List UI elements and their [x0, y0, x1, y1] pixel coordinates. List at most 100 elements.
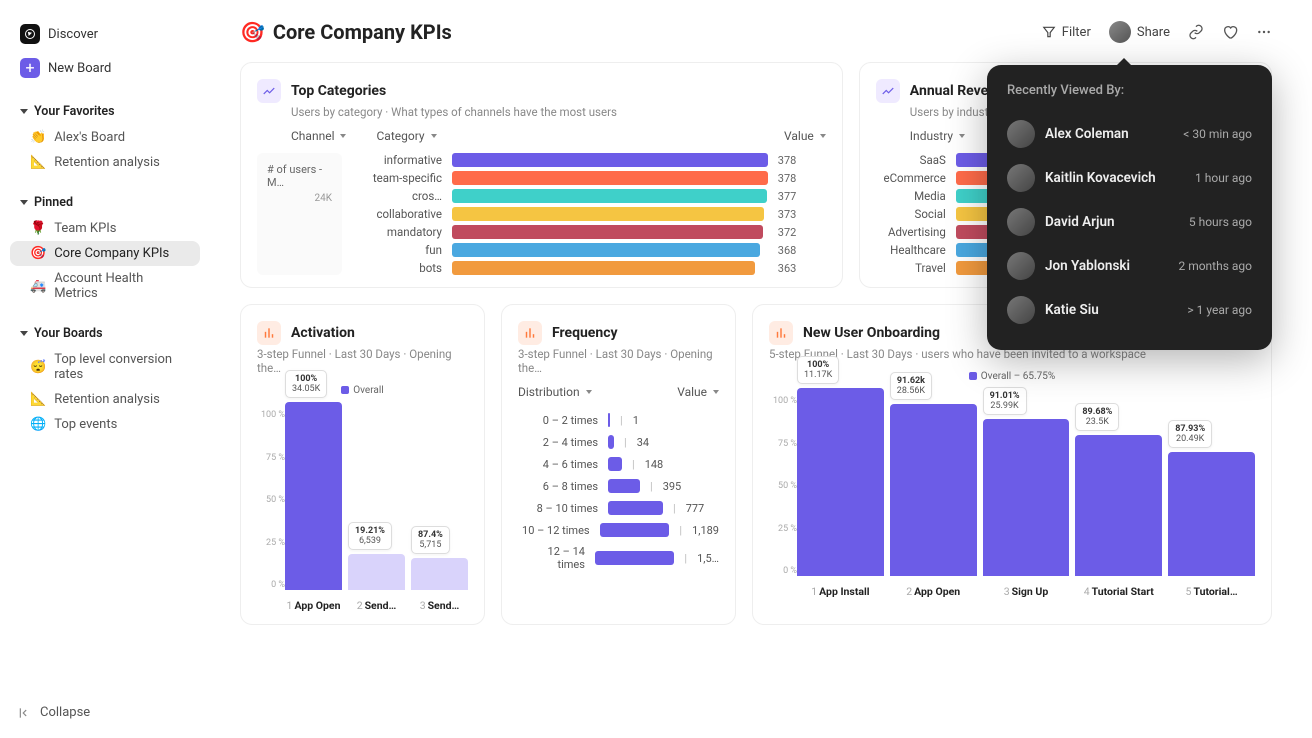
item-emoji: 🚑	[30, 279, 46, 294]
hbar-value: 368	[778, 244, 826, 257]
sidebar: Discover + New Board Your Favorites 👏Ale…	[0, 0, 210, 738]
popover-row[interactable]: Katie Siu > 1 year ago	[1007, 288, 1252, 332]
card-subtitle: 3-step Funnel · Last 30 Days · Opening t…	[518, 347, 719, 375]
discover-icon	[20, 24, 40, 44]
onboarding-bars: 100%11.17K91.62k28.56K91.01%25.99K89.68%…	[797, 388, 1255, 598]
x-label: 4Tutorial Start	[1075, 585, 1162, 598]
dropdown-value[interactable]: Value	[677, 385, 719, 399]
freq-value: 1,189	[692, 524, 719, 537]
hbar-label: informative	[352, 153, 442, 167]
sidebar-item[interactable]: 🌹Team KPIs	[10, 216, 200, 241]
item-label: Retention analysis	[54, 392, 160, 407]
avatar	[1007, 208, 1035, 236]
popover-row[interactable]: Kaitlin Kovacevich1 hour ago	[1007, 156, 1252, 200]
dropdown-value[interactable]: Value	[784, 129, 826, 143]
sidebar-new-board[interactable]: + New Board	[10, 52, 200, 84]
card-top-categories[interactable]: Top Categories Users by category · What …	[240, 62, 843, 288]
freq-bar	[595, 551, 674, 565]
bar-chart-icon	[257, 321, 281, 345]
sidebar-item[interactable]: 🌐Top events	[10, 412, 200, 437]
page-title: 🎯 Core Company KPIs	[240, 20, 452, 44]
recently-viewed-popover: Recently Viewed By: Alex Coleman< 30 min…	[987, 65, 1272, 350]
item-label: Core Company KPIs	[54, 246, 169, 261]
hbar-fill	[452, 207, 764, 221]
item-label: Alex's Board	[54, 130, 125, 145]
viewer-name: Kaitlin Kovacevich	[1045, 170, 1185, 186]
frequency-bars: 0 – 2 times|12 – 4 times|344 – 6 times|1…	[518, 409, 719, 571]
viewer-name: Katie Siu	[1045, 302, 1177, 318]
sidebar-item[interactable]: 📐Retention analysis	[10, 150, 200, 175]
x-label: 2Send…	[348, 599, 405, 612]
viewer-time: 5 hours ago	[1189, 215, 1252, 229]
hbar-label: Social	[876, 207, 946, 221]
filter-button[interactable]: Filter	[1042, 25, 1091, 40]
bar-chart-icon	[769, 321, 793, 345]
sidebar-new-board-label: New Board	[48, 61, 111, 76]
x-label: 3Send…	[411, 599, 468, 612]
dropdown-channel[interactable]: Channel	[291, 129, 346, 143]
hbar-label: Advertising	[876, 225, 946, 239]
x-label: 5Tutorial…	[1168, 585, 1255, 598]
item-label: Retention analysis	[54, 155, 160, 170]
hbar-label: bots	[352, 261, 442, 275]
sidebar-section-boards[interactable]: Your Boards	[10, 318, 200, 345]
sidebar-item[interactable]: 🎯Core Company KPIs	[10, 241, 200, 266]
freq-label: 8 – 10 times	[518, 502, 598, 515]
popover-row[interactable]: Jon Yablonski2 months ago	[1007, 244, 1252, 288]
more-button[interactable]	[1256, 24, 1272, 40]
hbar-row: mandatory372	[352, 225, 826, 239]
freq-label: 4 – 6 times	[518, 458, 598, 471]
funnel-bar: 87.93%20.49K	[1168, 388, 1255, 576]
sidebar-item[interactable]: 🚑 Account Health Metrics	[10, 266, 200, 306]
dropdown-industry[interactable]: Industry	[910, 129, 965, 143]
dots-icon	[1256, 24, 1272, 40]
funnel-bar: 87.4%5,715	[411, 402, 468, 590]
sidebar-section-pinned[interactable]: Pinned	[10, 187, 200, 214]
freq-label: 10 – 12 times	[518, 524, 590, 537]
freq-value: 1,5…	[697, 552, 719, 565]
card-title: Frequency	[552, 325, 618, 341]
page-title-emoji: 🎯	[240, 20, 265, 44]
hbar-label: Travel	[876, 261, 946, 275]
share-button[interactable]: Share	[1109, 21, 1170, 43]
link-icon	[1188, 24, 1204, 40]
card-frequency[interactable]: Frequency 3-step Funnel · Last 30 Days ·…	[501, 304, 736, 625]
item-label: Top level conversion rates	[54, 352, 190, 382]
viewer-time: < 30 min ago	[1183, 127, 1252, 141]
hbar-fill	[452, 261, 755, 275]
popover-row[interactable]: Alex Coleman< 30 min ago	[1007, 112, 1252, 156]
dropdown-category[interactable]: Category	[376, 129, 436, 143]
hbar-row: informative378	[352, 153, 826, 167]
card-activation[interactable]: Activation 3-step Funnel · Last 30 Days …	[240, 304, 485, 625]
funnel-bar: 100%34.05K	[285, 402, 342, 590]
sidebar-section-favorites[interactable]: Your Favorites	[10, 96, 200, 123]
filter-icon	[1042, 25, 1056, 39]
freq-bar	[608, 457, 622, 471]
card-onboarding[interactable]: New User Onboarding 5-step Funnel · Last…	[752, 304, 1272, 625]
sidebar-item[interactable]: 📐Retention analysis	[10, 387, 200, 412]
item-label: Account Health Metrics	[54, 271, 190, 301]
sidebar-item[interactable]: 👏Alex's Board	[10, 125, 200, 150]
favorite-button[interactable]	[1222, 24, 1238, 40]
hbar-fill	[452, 171, 768, 185]
freq-value: 395	[663, 480, 682, 493]
dropdown-distribution[interactable]: Distribution	[518, 385, 592, 399]
sidebar-collapse[interactable]: Collapse	[18, 705, 90, 720]
link-button[interactable]	[1188, 24, 1204, 40]
hbar-value: 378	[778, 172, 826, 185]
viewer-time: > 1 year ago	[1187, 303, 1252, 317]
y-axis: 100 %75 %50 %25 %0 %	[769, 388, 797, 598]
card-title: New User Onboarding	[803, 325, 940, 341]
sidebar-discover[interactable]: Discover	[10, 18, 200, 50]
hbar-fill	[452, 189, 767, 203]
freq-value: 777	[686, 502, 705, 515]
hbar-row: cros…377	[352, 189, 826, 203]
hbar-label: SaaS	[876, 153, 946, 167]
hbar-label: Healthcare	[876, 243, 946, 257]
x-label: 3Sign Up	[983, 585, 1070, 598]
hbar-label: collaborative	[352, 207, 442, 221]
popover-row[interactable]: David Arjun5 hours ago	[1007, 200, 1252, 244]
freq-row: 4 – 6 times|148	[518, 457, 719, 471]
freq-bar	[608, 501, 663, 515]
sidebar-item[interactable]: 😴Top level conversion rates	[10, 347, 200, 387]
